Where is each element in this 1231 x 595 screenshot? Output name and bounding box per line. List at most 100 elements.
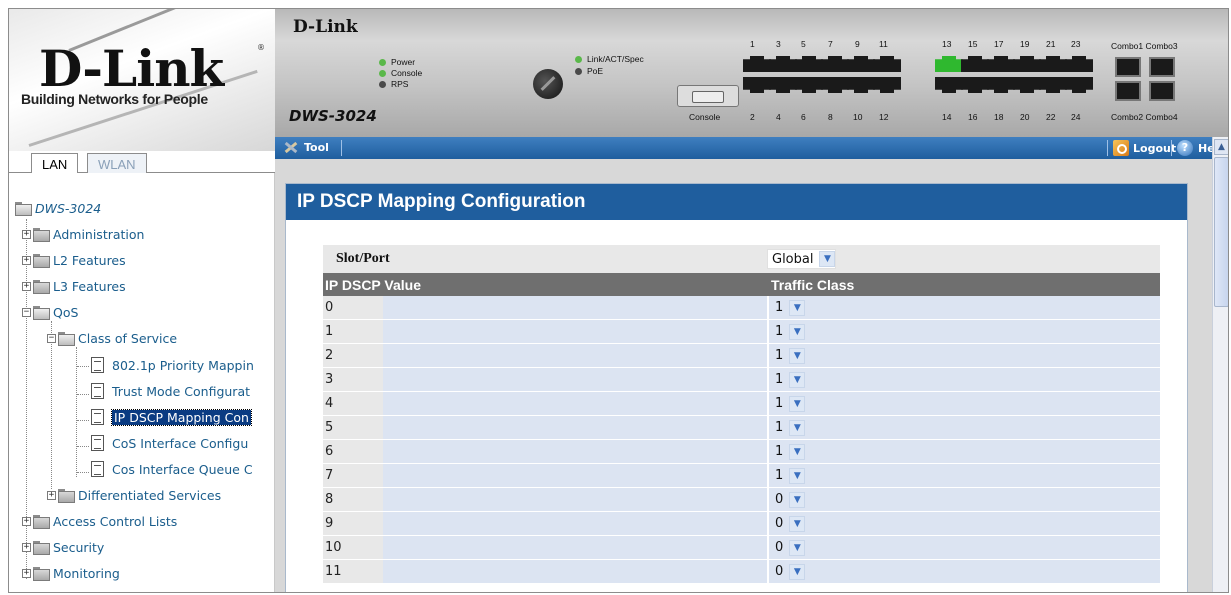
tab-wlan[interactable]: WLAN <box>87 153 147 174</box>
tree-item-administration[interactable]: + Administration <box>22 223 144 245</box>
scrollbar-thumb[interactable] <box>1214 157 1228 307</box>
table-row: 6 1 ▼ <box>323 440 1160 464</box>
port-19[interactable] <box>1013 56 1041 72</box>
page-icon <box>91 461 104 477</box>
page-icon <box>91 435 104 451</box>
dscp-config-form: Slot/Port Global ▼ IP DSCP Value Traffic… <box>323 245 1160 584</box>
port-number: 15 <box>968 39 978 49</box>
collapse-icon[interactable]: − <box>22 307 31 317</box>
chevron-down-icon: ▼ <box>789 419 806 436</box>
traffic-class-select[interactable]: 1 ▼ <box>771 442 806 462</box>
port-12[interactable] <box>873 77 901 93</box>
port-11[interactable] <box>873 56 901 72</box>
combo-port-3[interactable] <box>1149 57 1175 77</box>
port-number: 22 <box>1046 112 1056 122</box>
port-20[interactable] <box>1013 77 1041 93</box>
chevron-down-icon: ▼ <box>789 443 806 460</box>
port-7[interactable] <box>821 56 849 72</box>
column-header-traffic-class: Traffic Class <box>771 276 855 293</box>
expand-icon[interactable]: + <box>47 490 56 500</box>
tree-item-l3-features[interactable]: + L3 Features <box>22 275 126 297</box>
scroll-up-icon[interactable]: ▲ <box>1214 139 1228 155</box>
port-22[interactable] <box>1039 77 1067 93</box>
traffic-class-select[interactable]: 1 ▼ <box>771 346 806 366</box>
combo-port-2[interactable] <box>1115 81 1141 101</box>
traffic-class-select[interactable]: 0 ▼ <box>771 490 806 510</box>
tree-item-access-control-lists[interactable]: + Access Control Lists <box>22 510 177 532</box>
port-8[interactable] <box>821 77 849 93</box>
expand-icon[interactable]: + <box>22 516 31 526</box>
port-14[interactable] <box>935 77 963 93</box>
port-21[interactable] <box>1039 56 1067 72</box>
traffic-class-select[interactable]: 0 ▼ <box>771 538 806 558</box>
traffic-class-select[interactable]: 0 ▼ <box>771 514 806 534</box>
port-1[interactable] <box>743 56 771 72</box>
chevron-down-icon: ▼ <box>789 515 806 532</box>
port-16[interactable] <box>961 77 989 93</box>
traffic-class-value: 1 <box>775 468 784 483</box>
port-number: 12 <box>879 112 889 122</box>
traffic-class-select[interactable]: 1 ▼ <box>771 298 806 318</box>
combo-port-4[interactable] <box>1149 81 1175 101</box>
port-3[interactable] <box>769 56 797 72</box>
traffic-class-select[interactable]: 0 ▼ <box>771 562 806 582</box>
traffic-class-select[interactable]: 1 ▼ <box>771 394 806 414</box>
console-port[interactable] <box>677 85 739 107</box>
port-23[interactable] <box>1065 56 1093 72</box>
port-15[interactable] <box>961 56 989 72</box>
tree-item-l2-features[interactable]: + L2 Features <box>22 249 126 271</box>
port-5[interactable] <box>795 56 823 72</box>
tree-item-8021p-priority-mapping[interactable]: 802.1p Priority Mappin <box>91 354 254 376</box>
expand-icon[interactable]: + <box>22 281 31 291</box>
tree-item-cos-interface-queue-configuration[interactable]: Cos Interface Queue C <box>91 458 253 480</box>
tree-item-label: L2 Features <box>53 252 126 268</box>
port-2[interactable] <box>743 77 771 93</box>
tree-connector <box>77 420 89 421</box>
tools-icon <box>283 140 299 154</box>
help-icon: ? <box>1177 140 1193 156</box>
tree-root[interactable]: DWS-3024 <box>15 197 101 219</box>
port-10[interactable] <box>847 77 875 93</box>
expand-icon[interactable]: + <box>22 568 31 578</box>
device-model: DWS-3024 <box>289 107 377 125</box>
tree-item-cos-interface-configuration[interactable]: CoS Interface Configu <box>91 432 248 454</box>
page-title: IP DSCP Mapping Configuration <box>286 184 1187 220</box>
port-18[interactable] <box>987 77 1015 93</box>
traffic-class-cell: 1 ▼ <box>767 344 1160 367</box>
port-17[interactable] <box>987 56 1015 72</box>
traffic-class-select[interactable]: 1 ▼ <box>771 370 806 390</box>
config-panel: IP DSCP Mapping Configuration Slot/Port … <box>285 183 1188 592</box>
port-13[interactable] <box>935 56 963 72</box>
combo-port-1[interactable] <box>1115 57 1141 77</box>
tab-lan[interactable]: LAN <box>31 153 79 175</box>
port-24[interactable] <box>1065 77 1093 93</box>
tree-item-ip-dscp-mapping-configuration[interactable]: IP DSCP Mapping Con <box>91 406 252 428</box>
expand-icon[interactable]: + <box>22 255 31 265</box>
collapse-icon[interactable]: − <box>47 333 56 343</box>
expand-icon[interactable]: + <box>22 229 31 239</box>
port-number: 10 <box>853 112 863 122</box>
traffic-class-select[interactable]: 1 ▼ <box>771 466 806 486</box>
tree-item-label: L3 Features <box>53 278 126 294</box>
port-6[interactable] <box>795 77 823 93</box>
traffic-class-select[interactable]: 1 ▼ <box>771 322 806 342</box>
logo-registered-mark: ® <box>257 43 265 52</box>
logout-button[interactable]: Logout <box>1113 140 1176 156</box>
traffic-class-select[interactable]: 1 ▼ <box>771 418 806 438</box>
tree-item-security[interactable]: + Security <box>22 536 104 558</box>
chevron-down-icon: ▼ <box>789 467 806 484</box>
slot-port-select[interactable]: Global ▼ <box>767 249 837 269</box>
tree-item-differentiated-services[interactable]: + Differentiated Services <box>47 484 221 506</box>
port-9[interactable] <box>847 56 875 72</box>
dscp-value: 11 <box>323 560 383 583</box>
expand-icon[interactable]: + <box>22 542 31 552</box>
dscp-cell: 9 <box>323 512 767 535</box>
tree-item-monitoring[interactable]: + Monitoring <box>22 562 120 584</box>
tree-item-qos[interactable]: − QoS <box>22 301 78 323</box>
traffic-class-cell: 0 ▼ <box>767 488 1160 511</box>
vertical-scrollbar[interactable]: ▲ <box>1212 137 1228 592</box>
tree-item-class-of-service[interactable]: − Class of Service <box>47 327 177 349</box>
port-4[interactable] <box>769 77 797 93</box>
tool-menu-button[interactable]: Tool <box>283 140 329 154</box>
tree-item-trust-mode-configuration[interactable]: Trust Mode Configurat <box>91 380 250 402</box>
